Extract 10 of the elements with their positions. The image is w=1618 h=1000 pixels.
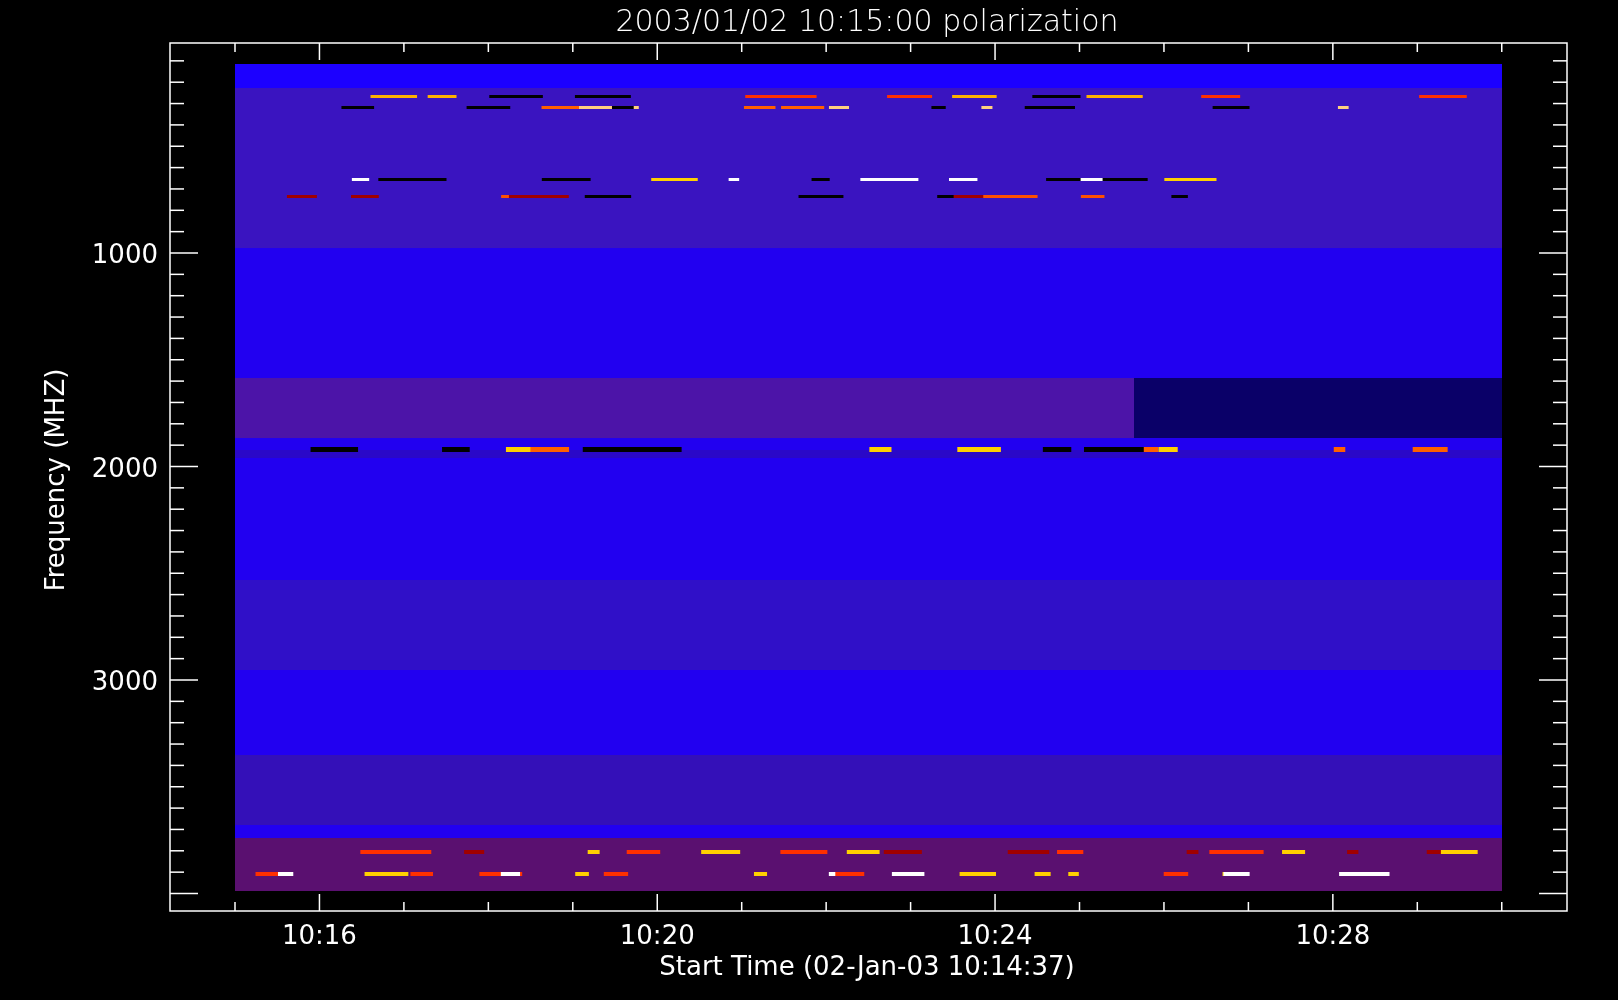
- tick-label: 10:28: [1295, 920, 1371, 950]
- chart-title: 2003/01/02 10:15:00 polarization: [615, 3, 1119, 38]
- axis-label: Start Time (02-Jan-03 10:14:37): [659, 951, 1075, 981]
- tick-label: 10:24: [957, 920, 1033, 950]
- tick-label: 3000: [91, 666, 158, 696]
- axis-label: Frequency (MHZ): [40, 368, 70, 592]
- tick-label: 2000: [91, 452, 158, 483]
- tick-label: 10:20: [619, 920, 695, 950]
- tick-label: 1000: [91, 239, 158, 269]
- tick-label: 10:16: [282, 920, 357, 950]
